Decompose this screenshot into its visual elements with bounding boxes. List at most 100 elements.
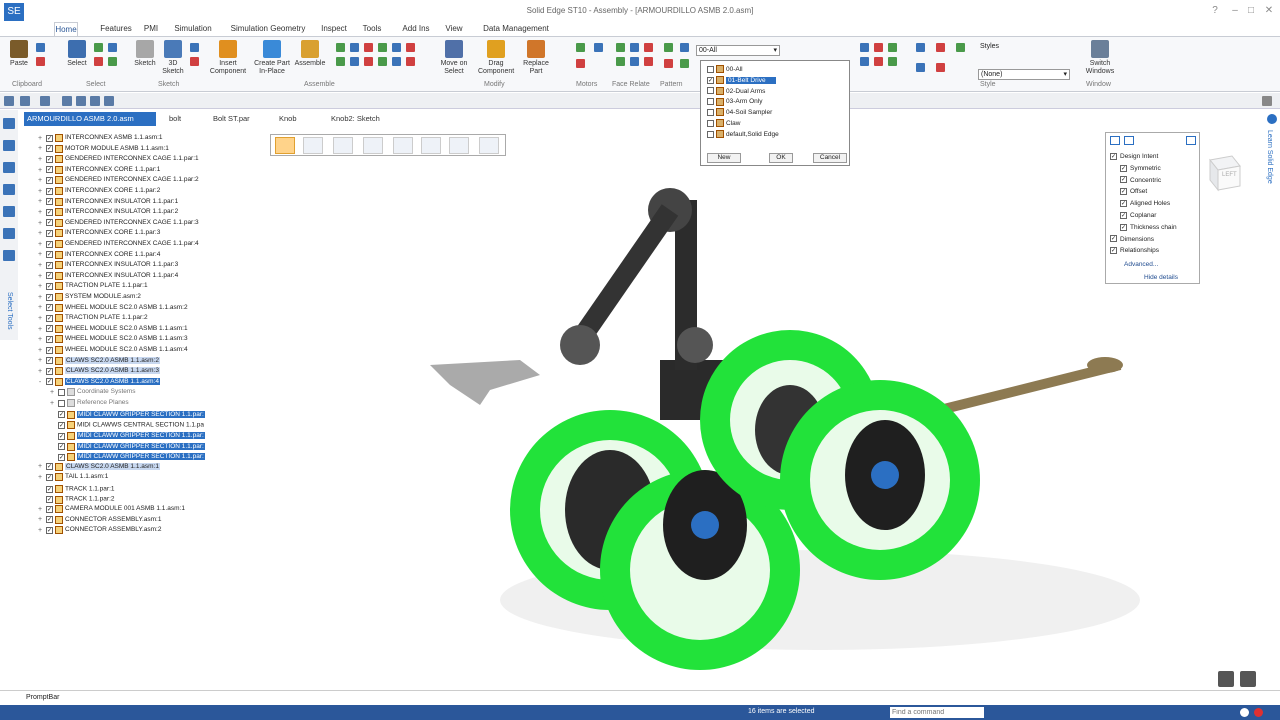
sketch-button[interactable]: Sketch	[130, 40, 160, 68]
style-combo[interactable]: (None) ▾	[978, 69, 1070, 80]
help-icon[interactable]	[1262, 96, 1272, 106]
expand-icon[interactable]: +	[36, 506, 44, 514]
drag-component-button[interactable]: Drag Component	[478, 40, 514, 76]
visibility-checkbox[interactable]: ✓	[46, 367, 53, 375]
expand-icon[interactable]: +	[36, 220, 44, 228]
visibility-checkbox[interactable]: ✓	[58, 443, 65, 451]
expand-icon[interactable]: +	[48, 400, 56, 408]
expand-icon[interactable]: +	[36, 527, 44, 535]
ribbon-small-icon[interactable]	[94, 43, 103, 52]
ribbon-small-icon[interactable]	[336, 57, 345, 66]
pathfinder-icon[interactable]	[3, 118, 15, 129]
visibility-checkbox[interactable]: ✓	[58, 421, 65, 429]
tree-row[interactable]: ✓ MIDI CLAWW GRIPPER SECTION 1.1.par:	[48, 409, 205, 419]
configuration-item[interactable]: 03-Arm Only	[705, 97, 762, 107]
tab-home[interactable]: Home	[54, 22, 78, 36]
configuration-item[interactable]: 04-Soil Sampler	[705, 108, 772, 118]
ribbon-small-icon[interactable]	[350, 43, 359, 52]
tree-row[interactable]: + ✓ INTERCONNEX CORE 1.1.par:3	[36, 228, 160, 238]
ribbon-small-icon[interactable]	[594, 43, 603, 52]
ok-button[interactable]: OK	[769, 153, 793, 163]
minimize-icon[interactable]: –	[1228, 5, 1242, 17]
visibility-checkbox[interactable]: ✓	[46, 272, 53, 280]
visibility-checkbox[interactable]: ✓	[46, 198, 53, 206]
insert-component-button[interactable]: Insert Component	[208, 40, 248, 76]
visibility-checkbox[interactable]: ✓	[46, 357, 53, 365]
ribbon-small-icon[interactable]	[190, 57, 199, 66]
tree-row[interactable]: + ✓ WHEEL MODULE SC2.0 ASMB 1.1.asm:1	[36, 324, 188, 334]
visibility-checkbox[interactable]: ✓	[46, 346, 53, 354]
tree-row[interactable]: + ✓ WHEEL MODULE SC2.0 ASMB 1.1.asm:4	[36, 345, 188, 355]
visibility-checkbox[interactable]: ✓	[46, 240, 53, 248]
intent-checkbox[interactable]: ✓	[1120, 188, 1127, 196]
intent-checkbox[interactable]: ✓	[1120, 164, 1127, 172]
visibility-checkbox[interactable]: ✓	[46, 251, 53, 259]
expand-icon[interactable]: +	[36, 230, 44, 238]
expand-icon[interactable]: +	[36, 251, 44, 259]
visibility-checkbox[interactable]	[58, 399, 65, 407]
cancel-button[interactable]: Cancel	[813, 153, 847, 163]
expand-icon[interactable]: +	[36, 516, 44, 524]
intent-checkbox[interactable]: ✓	[1120, 199, 1127, 207]
ribbon-small-icon[interactable]	[860, 43, 869, 52]
expand-icon[interactable]: +	[36, 273, 44, 281]
visibility-checkbox[interactable]: ✓	[46, 516, 53, 524]
new-button[interactable]: New	[707, 153, 741, 163]
assemble-button[interactable]: Assemble	[292, 40, 328, 68]
list-icon[interactable]	[393, 137, 413, 154]
ribbon-small-icon[interactable]	[644, 43, 653, 52]
visibility-checkbox[interactable]: ✓	[46, 176, 53, 184]
visibility-checkbox[interactable]: ✓	[46, 229, 53, 237]
intent-checkbox[interactable]: ✓	[1120, 211, 1127, 219]
hide-details-link[interactable]: Hide details	[1144, 272, 1178, 283]
visibility-checkbox[interactable]: ✓	[58, 453, 65, 461]
configuration-checkbox[interactable]	[707, 87, 714, 95]
create-part-in-place-button[interactable]: Create Part In-Place	[250, 40, 294, 76]
paste-button[interactable]: Paste	[6, 40, 32, 68]
ribbon-small-icon[interactable]	[364, 43, 373, 52]
tree-row[interactable]: + ✓ CAMERA MODULE 001 ASMB 1.1.asm:1	[36, 504, 185, 514]
tab-simulation[interactable]: Simulation	[170, 22, 216, 36]
visibility-checkbox[interactable]: ✓	[46, 314, 53, 322]
tree-row[interactable]: ✓ MIDI CLAWW GRIPPER SECTION 1.1.par:	[48, 451, 205, 462]
intent-option[interactable]: ✓ Coplanar	[1120, 210, 1156, 221]
intent-option[interactable]: ✓ Dimensions	[1110, 234, 1154, 245]
tree-row[interactable]: + ✓ CLAWS SC2.0 ASMB 1.1.asm:2	[36, 356, 160, 366]
tree-row[interactable]: ✓ MIDI CLAWWS CENTRAL SECTION 1.1.pa	[48, 419, 204, 430]
visibility-checkbox[interactable]: ✓	[46, 187, 53, 195]
visibility-checkbox[interactable]: ✓	[46, 473, 53, 481]
tree-row[interactable]: + ✓ CLAWS SC2.0 ASMB 1.1.asm:3	[36, 366, 160, 376]
visibility-checkbox[interactable]: ✓	[46, 335, 53, 343]
find-command-input[interactable]	[890, 707, 984, 718]
prompt-bar-label[interactable]: PromptBar	[26, 694, 59, 701]
filter-icon[interactable]	[449, 137, 469, 154]
tree-row[interactable]: + ✓ INTERCONNEX INSULATOR 1.1.par:1	[36, 197, 178, 207]
help-icon[interactable]: ?	[1208, 5, 1222, 17]
ribbon-small-icon[interactable]	[916, 63, 925, 72]
views-icon[interactable]	[3, 162, 15, 173]
ribbon-small-icon[interactable]	[406, 57, 415, 66]
configuration-checkbox[interactable]	[707, 130, 714, 138]
tree-row[interactable]: + ✓ INTERCONNEX CORE 1.1.par:1	[36, 165, 160, 175]
ribbon-small-icon[interactable]	[874, 43, 883, 52]
expand-icon[interactable]: +	[36, 198, 44, 206]
ribbon-small-icon[interactable]	[888, 57, 897, 66]
tab-inspect[interactable]: Inspect	[316, 22, 352, 36]
visibility-checkbox[interactable]: ✓	[46, 325, 53, 333]
tree-row[interactable]: + Coordinate Systems	[48, 387, 136, 397]
tree-row[interactable]: + ✓ TRACTION PLATE 1.1.par:1	[36, 281, 148, 291]
visibility-checkbox[interactable]: ✓	[46, 496, 53, 504]
3d-sketch-button[interactable]: 3D Sketch	[158, 40, 188, 76]
ribbon-small-icon[interactable]	[874, 57, 883, 66]
ribbon-small-icon[interactable]	[680, 59, 689, 68]
intent-option[interactable]: ✓ Offset	[1120, 186, 1147, 197]
ribbon-small-icon[interactable]	[936, 43, 945, 52]
intent-option[interactable]: ✓ Aligned Holes	[1120, 198, 1170, 209]
expand-icon[interactable]: +	[36, 145, 44, 153]
maximize-icon[interactable]: □	[1244, 5, 1258, 17]
expand-icon[interactable]: +	[36, 283, 44, 291]
intent-option[interactable]: ✓ Relationships	[1110, 245, 1159, 256]
ribbon-small-icon[interactable]	[956, 43, 965, 52]
tree-row[interactable]: + ✓ WHEEL MODULE SC2.0 ASMB 1.1.asm:3	[36, 334, 188, 344]
configuration-checkbox[interactable]	[707, 98, 714, 106]
